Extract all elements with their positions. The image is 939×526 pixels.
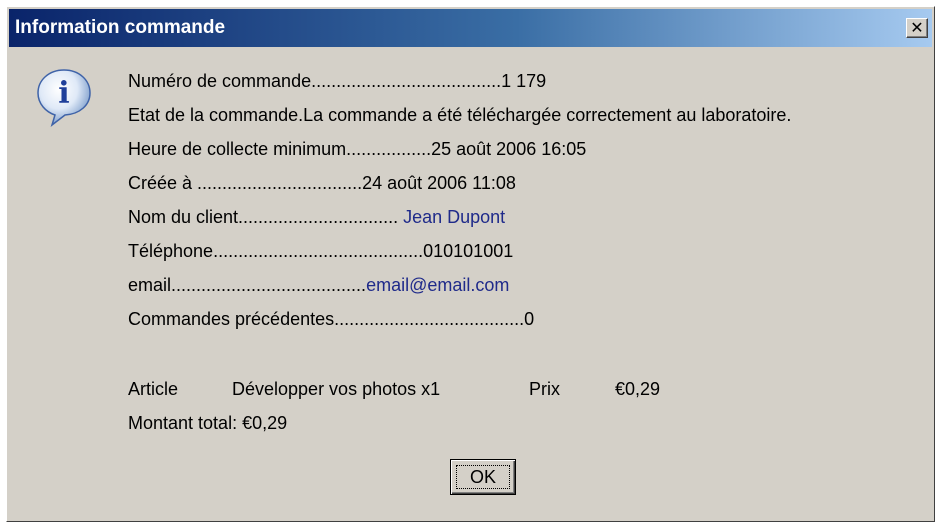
article-label: Article [128,379,179,399]
detail-previous-orders: Commandes précédentes...................… [128,309,535,329]
detail-min-pickup-time: Heure de collecte minimum...............… [128,139,587,159]
detail-email: email...................................… [128,275,510,295]
detail-order-status: Etat de la commande.La commande a été té… [128,105,792,125]
close-button[interactable]: ✕ [906,18,928,38]
info-icon: i [37,69,91,127]
article-price: €0,29 [615,379,661,399]
ok-button-label: OK [456,465,510,489]
order-info-dialog: Information commande ✕ i Numéro de comma… [6,6,935,522]
total-amount: Montant total: €0,29 [128,413,288,433]
article-description: Développer vos photos x1 [232,379,441,399]
price-label: Prix [529,379,560,399]
title-bar[interactable]: Information commande ✕ [9,9,932,47]
ok-button[interactable]: OK [450,459,516,495]
detail-phone: Téléphone...............................… [128,241,514,261]
window-title: Information commande [15,17,226,38]
detail-order-number: Numéro de commande......................… [128,71,547,91]
info-icon-letter: i [58,76,69,111]
detail-created-at: Créée à ................................… [128,173,516,193]
article-row: Article Développer vos photos x1 Prix €0… [128,379,728,401]
detail-client-name: Nom du client...........................… [128,207,506,227]
